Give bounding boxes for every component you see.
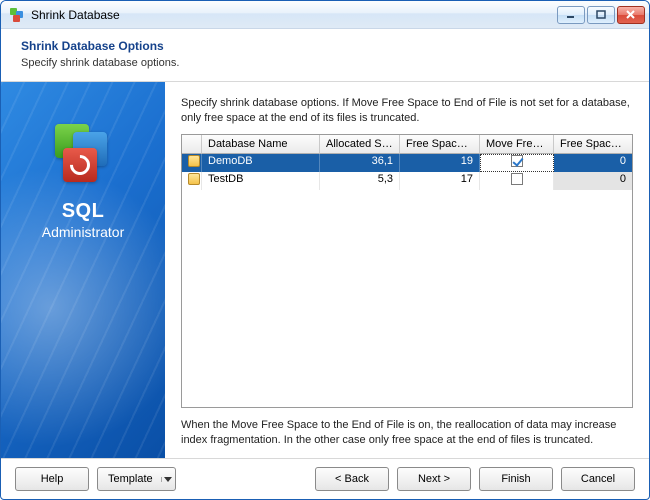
cell-move-checkbox[interactable] [480,154,554,172]
col-header-allocated[interactable]: Allocated Sp... [320,135,400,154]
header-subtitle: Specify shrink database options. [21,57,629,69]
cell-allocated: 36,1 [320,154,400,172]
table-row[interactable]: TestDB 5,3 17 0 [182,172,632,190]
cell-free: 17 [400,172,480,190]
col-header-free[interactable]: Free Space,... [400,135,480,154]
col-header-move[interactable]: Move Free ... [480,135,554,154]
cell-after: 0 [554,172,632,190]
finish-button[interactable]: Finish [479,467,553,491]
col-header-after[interactable]: Free Space ... [554,135,632,154]
template-label: Template [108,473,161,485]
minimize-button[interactable] [557,6,585,24]
grid-header: Database Name Allocated Sp... Free Space… [182,135,632,154]
cell-name: DemoDB [202,154,320,172]
back-button[interactable]: < Back [315,467,389,491]
cell-name: TestDB [202,172,320,190]
app-icon-small [9,7,25,23]
description-text: Specify shrink database options. If Move… [181,96,633,126]
cell-move-checkbox[interactable] [480,172,554,190]
brand-line2: Administrator [42,224,124,240]
close-button[interactable] [617,6,645,24]
database-icon [182,154,202,172]
cell-after: 0 [554,154,632,172]
maximize-button[interactable] [587,6,615,24]
next-label: Next > [418,473,450,485]
template-button[interactable]: Template [97,467,176,491]
finish-label: Finish [501,473,530,485]
cell-free: 19 [400,154,480,172]
main-panel: Specify shrink database options. If Move… [165,82,649,458]
footer-note: When the Move Free Space to the End of F… [181,418,633,448]
dialog-window: Shrink Database Shrink Database Options … [0,0,650,500]
grid-body: DemoDB 36,1 19 0 TestDB 5,3 17 0 [182,154,632,408]
window-title: Shrink Database [31,8,557,22]
button-bar: Help Template < Back Next > Finish Cance… [1,459,649,499]
cell-allocated: 5,3 [320,172,400,190]
back-label: < Back [335,473,369,485]
brand-line1: SQL [62,200,105,223]
next-button[interactable]: Next > [397,467,471,491]
help-label: Help [41,473,64,485]
database-grid[interactable]: Database Name Allocated Sp... Free Space… [181,134,633,409]
header-title: Shrink Database Options [21,39,629,53]
table-row[interactable]: DemoDB 36,1 19 0 [182,154,632,172]
template-dropdown[interactable] [161,477,175,482]
cancel-button[interactable]: Cancel [561,467,635,491]
app-logo [51,122,115,186]
col-header-name[interactable]: Database Name [202,135,320,154]
header: Shrink Database Options Specify shrink d… [1,29,649,82]
cancel-label: Cancel [581,473,615,485]
database-icon [182,172,202,190]
titlebar: Shrink Database [1,1,649,29]
sidebar: SQL Administrator [1,82,165,458]
help-button[interactable]: Help [15,467,89,491]
chevron-down-icon [164,477,172,482]
